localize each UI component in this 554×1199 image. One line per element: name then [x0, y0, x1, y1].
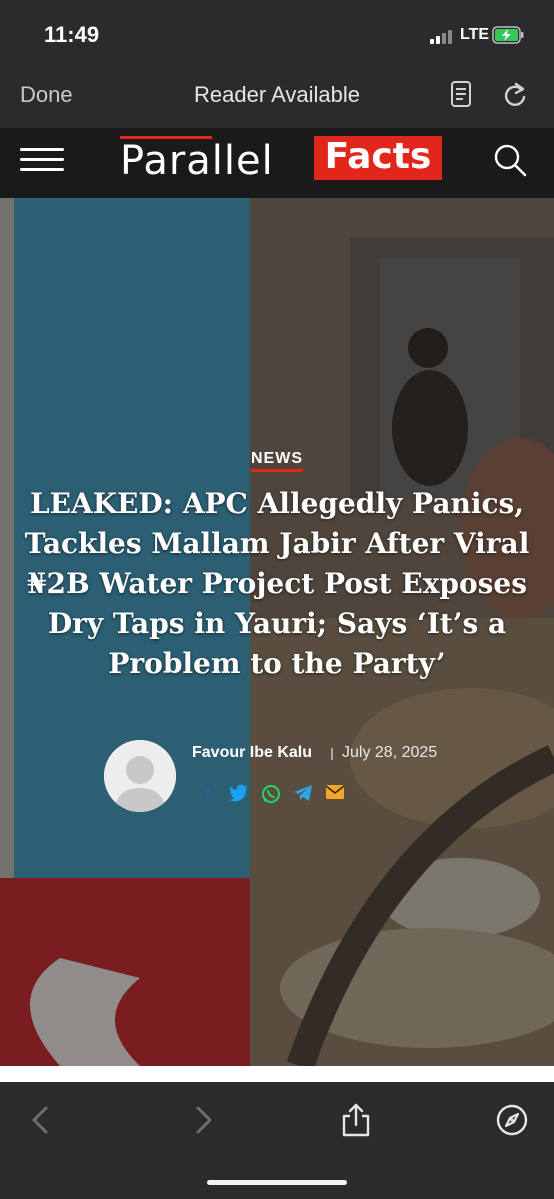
network-label: LTE: [460, 26, 490, 43]
search-icon[interactable]: [492, 142, 528, 178]
browser-bar: Done Reader Available: [0, 68, 554, 128]
category-label[interactable]: NEWS: [251, 450, 303, 472]
whatsapp-icon[interactable]: [260, 784, 282, 804]
author-avatar[interactable]: [104, 740, 176, 812]
article-hero: NEWS LEAKED: APC Allegedly Panics, Tackl…: [0, 198, 554, 1066]
meta-separator: [331, 748, 333, 760]
back-arrow-icon[interactable]: [24, 1102, 60, 1138]
signal-icon: [430, 28, 456, 44]
logo-facts-text: Facts: [324, 136, 432, 177]
reload-icon[interactable]: [502, 80, 530, 110]
article-headline: LEAKED: APC Allegedly Panics, Tackles Ma…: [24, 487, 530, 680]
article-body-start: [0, 1066, 554, 1082]
browser-toolbar: [0, 1082, 554, 1199]
twitter-icon[interactable]: [228, 784, 250, 804]
publish-date: July 28, 2025: [342, 744, 438, 761]
logo-parallel-text: Parallel: [120, 138, 274, 184]
category-badge[interactable]: NEWS: [0, 450, 554, 472]
reader-mode-icon[interactable]: [448, 80, 474, 110]
status-time: 11:49: [44, 22, 100, 47]
email-icon[interactable]: [324, 784, 346, 804]
telegram-icon[interactable]: [292, 784, 314, 804]
author-name[interactable]: Favour Ibe Kalu: [192, 744, 312, 762]
battery-charging-icon: [492, 26, 524, 44]
compass-safari-icon[interactable]: [494, 1102, 530, 1138]
site-header: Parallel Facts: [0, 128, 554, 198]
home-indicator[interactable]: [207, 1180, 347, 1185]
logo-facts-box: Facts: [314, 136, 442, 180]
site-logo[interactable]: Parallel Facts: [120, 134, 450, 190]
share-icon[interactable]: [338, 1102, 374, 1138]
hamburger-menu-icon[interactable]: [20, 146, 66, 176]
facebook-icon[interactable]: f: [197, 784, 219, 804]
done-button[interactable]: Done: [20, 82, 73, 108]
forward-arrow-icon[interactable]: [184, 1102, 220, 1138]
status-bar: 11:49 LTE: [0, 0, 554, 68]
